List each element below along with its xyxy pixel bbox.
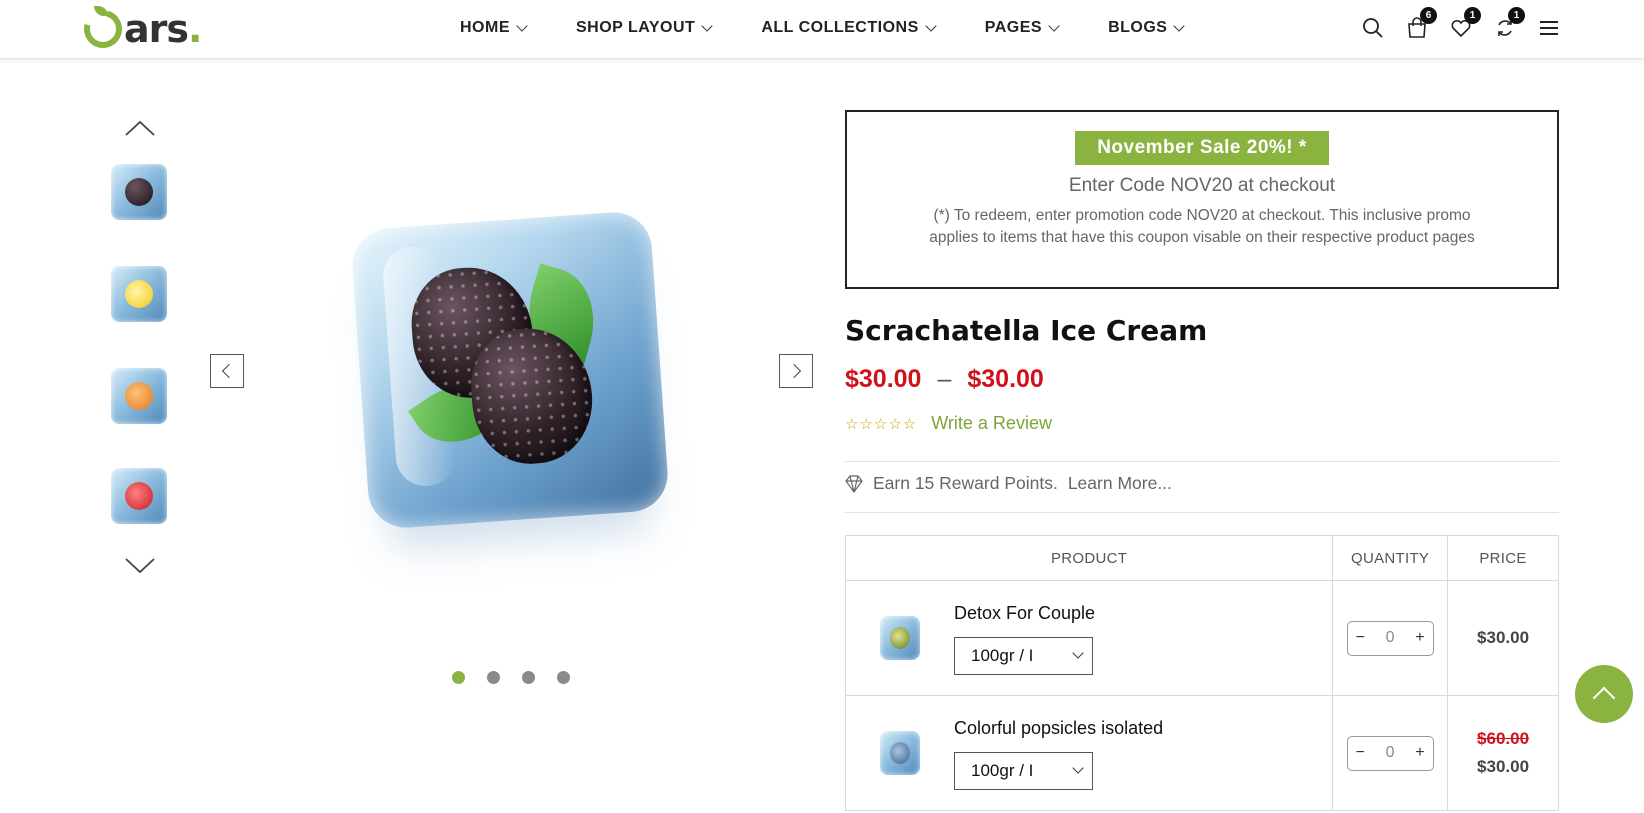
divider (845, 461, 1559, 462)
variant-select[interactable]: 100gr / I (954, 637, 1093, 675)
quantity-stepper[interactable]: − 0 + (1346, 735, 1434, 771)
main-product-image (349, 209, 671, 560)
product-cell: Detox For Couple 100gr / I (844, 580, 1334, 696)
product-name[interactable]: Detox For Couple (954, 603, 1095, 624)
divider (845, 512, 1559, 513)
chevron-down-icon (1048, 19, 1060, 32)
star-rating-icon: ☆☆☆☆☆ (845, 415, 918, 433)
thumbnail-apricot[interactable] (111, 368, 167, 424)
chevron-down-icon[interactable] (124, 556, 156, 576)
ice-cube-image (349, 209, 671, 531)
diamond-icon (845, 474, 863, 493)
variant-select[interactable]: 100gr / I (954, 752, 1093, 790)
image-pagination (452, 671, 570, 684)
increment-button[interactable]: + (1415, 629, 1424, 647)
decrement-button[interactable]: − (1356, 744, 1365, 762)
chevron-down-icon (1072, 762, 1084, 774)
chevron-right-icon (786, 363, 802, 379)
chevron-down-icon (925, 19, 937, 32)
bundle-table: PRODUCT QUANTITY PRICE Detox For Couple … (844, 535, 1559, 811)
thumbnail-strawberry[interactable] (111, 468, 167, 524)
site-header: ars. HOME SHOP LAYOUT ALL COLLECTIONS PA… (0, 0, 1644, 59)
chevron-down-icon (516, 19, 528, 32)
price-low: $30.00 (845, 365, 922, 393)
nav-shop-layout[interactable]: SHOP LAYOUT (576, 19, 713, 37)
menu-icon[interactable] (1538, 17, 1560, 39)
price-range: $30.00 – $30.00 (845, 365, 1044, 394)
promo-note: (*) To redeem, enter promotion code NOV2… (929, 207, 1475, 246)
learn-more-link[interactable]: Learn More... (1068, 473, 1172, 494)
prev-image-button[interactable] (210, 354, 244, 388)
pagination-dot[interactable] (452, 671, 465, 684)
reward-points: Earn 15 Reward Points. Learn More... (845, 473, 1172, 494)
price-cell: $30.00 (1447, 580, 1559, 696)
price-cell: $60.00 $30.00 (1447, 695, 1559, 811)
nav-pages[interactable]: PAGES (985, 19, 1060, 37)
rating-row: ☆☆☆☆☆ Write a Review (845, 413, 1052, 434)
product-thumbnail[interactable] (880, 731, 920, 775)
thumbnail-lemon[interactable] (111, 266, 167, 322)
table-row: Colorful popsicles isolated 100gr / I − … (844, 695, 1559, 811)
reward-text: Earn 15 Reward Points. (873, 473, 1058, 493)
nav-home[interactable]: HOME (460, 19, 528, 37)
next-image-button[interactable] (779, 354, 813, 388)
thumbnail-blackberry[interactable] (111, 164, 167, 220)
compare-icon[interactable]: 1 (1494, 7, 1525, 39)
decrement-button[interactable]: − (1356, 629, 1365, 647)
product-cell: Colorful popsicles isolated 100gr / I (844, 695, 1334, 811)
pagination-dot[interactable] (522, 671, 535, 684)
scroll-to-top-button[interactable] (1575, 665, 1633, 723)
chevron-up-icon (1592, 686, 1616, 710)
chevron-up-icon[interactable] (124, 118, 156, 138)
pagination-dot[interactable] (557, 671, 570, 684)
chevron-down-icon (1072, 647, 1084, 659)
wishlist-count-badge: 1 (1464, 7, 1481, 24)
quantity-value[interactable]: 0 (1386, 744, 1395, 762)
table-row: Detox For Couple 100gr / I − 0 + $30.00 (844, 580, 1559, 696)
product-title: Scrachatella Ice Cream (845, 314, 1208, 347)
header-product: PRODUCT (844, 535, 1334, 581)
cart-count-badge: 6 (1420, 7, 1437, 24)
chevron-left-icon (221, 363, 237, 379)
old-price: $60.00 (1477, 729, 1530, 748)
quantity-cell: − 0 + (1332, 580, 1449, 696)
price-separator: – (937, 365, 952, 393)
main-nav: HOME SHOP LAYOUT ALL COLLECTIONS PAGES B… (460, 0, 1233, 56)
logo-text: ars. (124, 7, 202, 51)
search-icon[interactable] (1362, 17, 1384, 39)
price-value: $30.00 (1477, 757, 1530, 776)
nav-blogs[interactable]: BLOGS (1108, 19, 1186, 37)
price-high: $30.00 (967, 365, 1044, 393)
promo-code-line: Enter Code NOV20 at checkout (1068, 175, 1336, 196)
compare-count-badge: 1 (1508, 7, 1525, 24)
write-review-link[interactable]: Write a Review (931, 413, 1052, 434)
promo-box: November Sale 20%! * Enter Code NOV20 at… (845, 110, 1559, 289)
product-thumbnail[interactable] (880, 616, 920, 660)
header-icons: 6 1 1 (1362, 0, 1560, 56)
header-price: PRICE (1447, 535, 1559, 581)
heart-icon[interactable]: 1 (1450, 7, 1481, 39)
nav-all-collections[interactable]: ALL COLLECTIONS (761, 19, 937, 37)
chevron-down-icon (1173, 19, 1186, 32)
promo-badge: November Sale 20%! * (1075, 131, 1329, 165)
header-quantity: QUANTITY (1332, 535, 1449, 581)
quantity-value[interactable]: 0 (1386, 629, 1395, 647)
product-name[interactable]: Colorful popsicles isolated (954, 718, 1163, 739)
quantity-stepper[interactable]: − 0 + (1346, 620, 1434, 656)
price-value: $30.00 (1477, 628, 1530, 647)
quantity-cell: − 0 + (1332, 695, 1449, 811)
pagination-dot[interactable] (487, 671, 500, 684)
increment-button[interactable]: + (1415, 744, 1424, 762)
chevron-down-icon (701, 19, 713, 32)
cart-icon[interactable]: 6 (1406, 7, 1437, 39)
